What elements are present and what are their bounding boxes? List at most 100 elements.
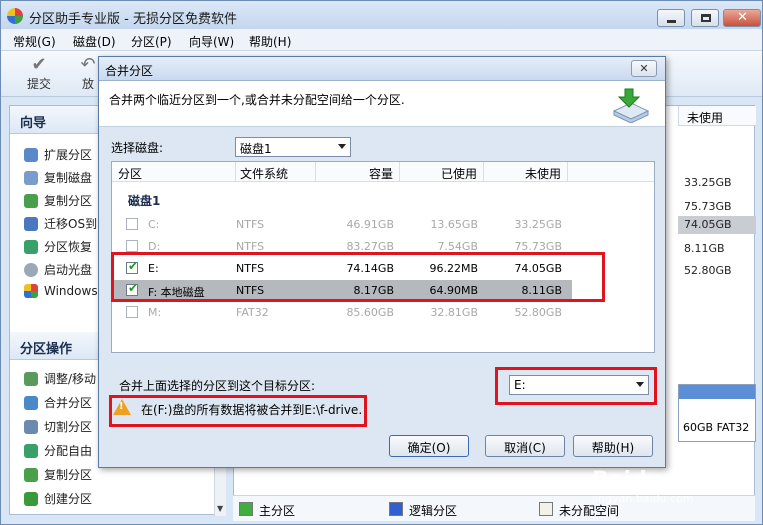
column-filler (568, 162, 654, 182)
wizard-item-migrate-os[interactable]: 迁移OS到 (24, 215, 97, 233)
op-copy[interactable]: 复制分区 (24, 466, 92, 484)
partition-row-c[interactable]: C: NTFS 46.91GB 13.65GB 33.25GB (112, 214, 572, 234)
op-label: 合并分区 (44, 396, 93, 410)
copy-icon (24, 468, 38, 482)
scroll-down-icon: ▼ (217, 504, 224, 513)
chevron-down-icon (636, 382, 644, 387)
legend-primary: 主分区 (259, 504, 296, 518)
partition-free: 33.25GB (514, 218, 562, 231)
cancel-button[interactable]: 取消(C) (485, 435, 565, 457)
unallocated-swatch (539, 502, 553, 516)
partition-used: 13.65GB (430, 218, 478, 231)
minimize-icon (667, 20, 676, 23)
title-bar: 分区助手专业版 - 无损分区免费软件 ✕ (1, 1, 762, 29)
partition-name: C: (148, 218, 160, 231)
partition-row-m[interactable]: M: FAT32 85.60GB 32.81GB 52.80GB (112, 302, 572, 322)
partition-fs: NTFS (236, 218, 265, 231)
merge-icon (24, 396, 38, 410)
submit-label: 提交 (26, 77, 51, 91)
menu-wizard[interactable]: 向导(W) (189, 33, 234, 50)
partition-fs: FAT32 (236, 306, 269, 319)
partition-checkbox[interactable] (126, 306, 138, 318)
windows-icon (24, 284, 38, 298)
window-title: 分区助手专业版 - 无损分区免费软件 (29, 12, 237, 27)
warning-text: 在(F:)盘的所有数据将被合并到E:\f-drive. (141, 403, 363, 417)
partition-capacity: 46.91GB (346, 218, 394, 231)
wizard-item-copy-disk[interactable]: 复制磁盘 (24, 169, 92, 187)
table-cell-free-selected[interactable]: 74.05GB (678, 216, 756, 234)
menu-help[interactable]: 帮助(H) (249, 33, 291, 50)
wizard-item-label: 分区恢复 (44, 240, 93, 254)
select-disk-label: 选择磁盘: (111, 141, 164, 155)
minimize-button[interactable] (657, 9, 685, 27)
target-select-value: E: (514, 378, 526, 392)
close-window-button[interactable]: ✕ (723, 9, 761, 27)
table-cell-free[interactable]: 8.11GB (684, 242, 754, 255)
wizard-item-windows-to-go[interactable]: Windows T (24, 284, 109, 302)
wizard-item-label: 启动光盘 (44, 263, 93, 277)
dialog-close-button[interactable]: ✕ (631, 60, 657, 77)
disk-map-partition[interactable]: 60GB FAT32 (678, 384, 756, 442)
op-label: 分配自由 (44, 444, 93, 458)
undo-icon: ↶ (80, 54, 96, 75)
partition-free: 52.80GB (514, 306, 562, 319)
wizard-item-extend[interactable]: 扩展分区 (24, 146, 92, 164)
table-cell-free[interactable]: 75.73GB (684, 200, 754, 213)
menu-partition[interactable]: 分区(P) (131, 33, 172, 50)
column-capacity: 容量 (316, 162, 400, 182)
cd-icon (24, 263, 38, 277)
ok-button[interactable]: 确定(O) (389, 435, 469, 457)
chevron-down-icon (338, 144, 346, 149)
op-allocate[interactable]: 分配自由 (24, 442, 92, 460)
partition-checkbox[interactable] (126, 240, 138, 252)
disk-group-label: 磁盘1 (128, 194, 161, 208)
disk-select-value: 磁盘1 (240, 142, 272, 156)
op-merge[interactable]: 合并分区 (24, 394, 92, 412)
close-icon: ✕ (737, 10, 748, 25)
op-label: 复制分区 (44, 468, 93, 482)
op-label: 调整/移动 (44, 372, 97, 386)
undo-button[interactable]: ↶ 放 (77, 53, 99, 95)
allocate-icon (24, 444, 38, 458)
target-partition-select[interactable]: E: (509, 375, 649, 395)
dialog-header: 合并两个临近分区到一个,或合并未分配空间给一个分区. (99, 81, 665, 127)
partition-capacity: 85.60GB (346, 306, 394, 319)
menu-bar: 常规(G) 磁盘(D) 分区(P) 向导(W) 帮助(H) (1, 29, 762, 51)
column-used: 已使用 (400, 162, 484, 182)
baidu-watermark-url: jingyan.baidu.com (592, 492, 694, 505)
menu-general[interactable]: 常规(G) (13, 33, 56, 50)
op-create[interactable]: 创建分区 (24, 490, 92, 508)
highlight-selected-rows (111, 252, 605, 302)
menu-disk[interactable]: 磁盘(D) (73, 33, 116, 50)
primary-swatch (239, 502, 253, 516)
legend-logical: 逻辑分区 (409, 504, 458, 518)
disk-usage-bar (679, 385, 755, 399)
partition-checkbox[interactable] (126, 218, 138, 230)
merge-disk-icon (612, 88, 650, 123)
wizard-item-boot-cd[interactable]: 启动光盘 (24, 261, 92, 279)
target-partition-label: 合并上面选择的分区到这个目标分区: (119, 379, 316, 393)
dialog-title-bar: 合并分区 ✕ (99, 57, 665, 81)
dialog-title: 合并分区 (105, 64, 154, 78)
extend-icon (24, 148, 38, 162)
app-logo-icon (7, 8, 23, 24)
check-icon: ✔ (31, 54, 47, 75)
table-cell-free[interactable]: 52.80GB (684, 264, 754, 277)
disk-select[interactable]: 磁盘1 (235, 137, 351, 157)
wizard-item-label: 复制分区 (44, 194, 93, 208)
op-split[interactable]: 切割分区 (24, 418, 92, 436)
submit-button[interactable]: ✔ 提交 (19, 53, 59, 95)
wizard-item-recover[interactable]: 分区恢复 (24, 238, 92, 256)
wizard-item-label: 扩展分区 (44, 148, 93, 162)
wizard-item-copy-partition[interactable]: 复制分区 (24, 192, 92, 210)
table-cell-free[interactable]: 33.25GB (684, 176, 754, 189)
help-button[interactable]: 帮助(H) (573, 435, 653, 457)
baidu-watermark: Baidu 经验 (592, 468, 715, 493)
partition-used: 32.81GB (430, 306, 478, 319)
maximize-button[interactable] (691, 9, 719, 27)
undo-label: 放 (81, 77, 94, 91)
warning-exclamation: ! (119, 401, 124, 412)
copy-disk-icon (24, 171, 38, 185)
dialog-description: 合并两个临近分区到一个,或合并未分配空间给一个分区. (109, 93, 405, 107)
op-resize[interactable]: 调整/移动 (24, 370, 96, 388)
